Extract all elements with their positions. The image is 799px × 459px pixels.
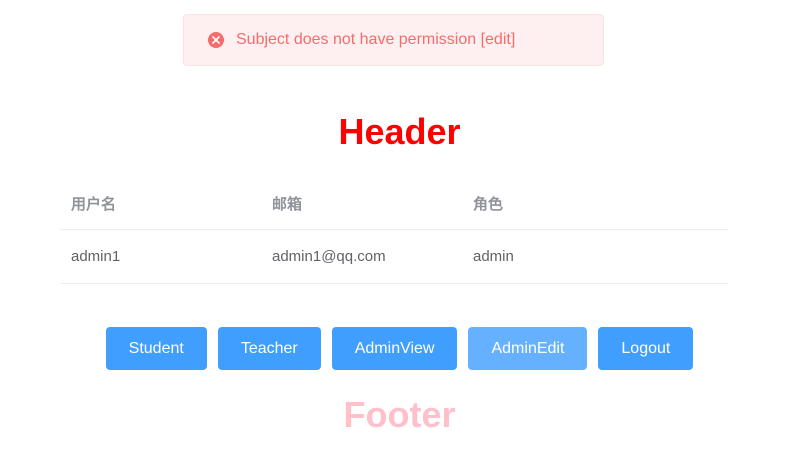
nav-button-bar: Student Teacher AdminView AdminEdit Logo… xyxy=(0,327,799,370)
column-header-email: 邮箱 xyxy=(272,195,303,213)
table-row: admin1 admin1@qq.com admin xyxy=(60,230,728,284)
column-header-username: 用户名 xyxy=(71,195,117,213)
teacher-button[interactable]: Teacher xyxy=(217,327,321,370)
footer-title: Footer xyxy=(343,394,456,435)
error-circle-icon xyxy=(208,32,224,48)
admin-view-button[interactable]: AdminView xyxy=(331,327,458,370)
cell-email: admin1@qq.com xyxy=(272,248,386,265)
table-header-row: 用户名 邮箱 角色 xyxy=(60,177,728,230)
cell-role: admin xyxy=(473,248,514,265)
cell-username: admin1 xyxy=(71,248,121,265)
error-alert: Subject does not have permission [edit] xyxy=(183,14,604,66)
admin-edit-button[interactable]: AdminEdit xyxy=(468,327,588,370)
student-button[interactable]: Student xyxy=(105,327,207,370)
column-header-role: 角色 xyxy=(473,195,504,213)
alert-message: Subject does not have permission [edit] xyxy=(236,31,516,48)
page: Subject does not have permission [edit] … xyxy=(0,0,799,459)
logout-button[interactable]: Logout xyxy=(598,327,694,370)
header-title: Header xyxy=(338,111,461,152)
user-table: 用户名 邮箱 角色 admin1 admin1@qq.com admin xyxy=(60,177,728,284)
